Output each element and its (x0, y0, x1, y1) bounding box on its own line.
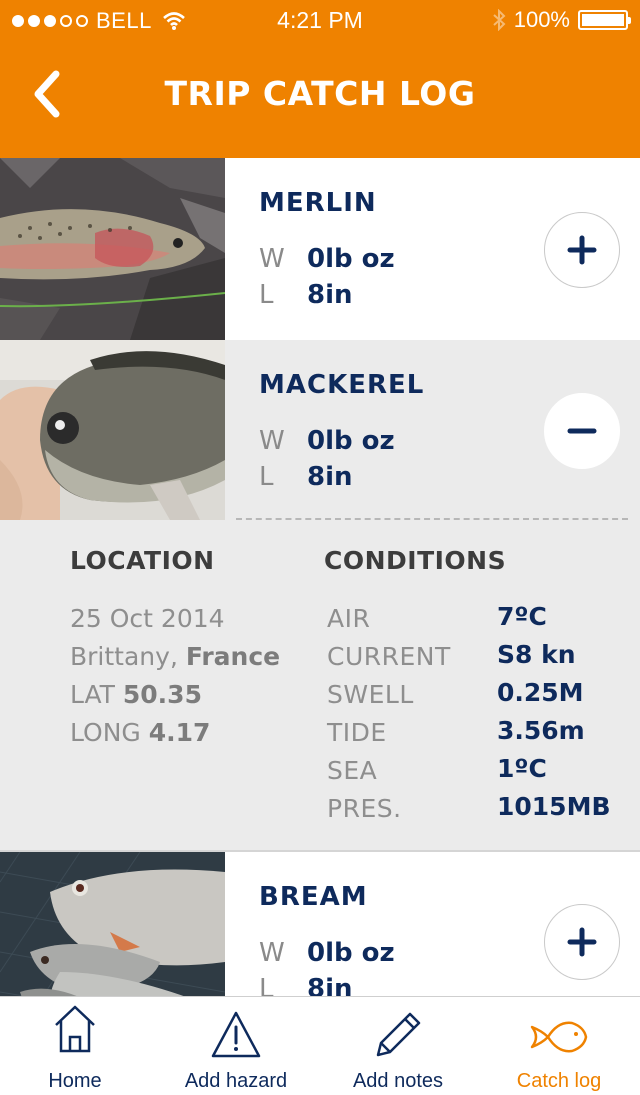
tab-add-notes[interactable]: Add notes (318, 997, 478, 1095)
tab-home[interactable]: Home (0, 997, 155, 1095)
condition-label-air: AIR (327, 604, 371, 633)
latitude: LAT 50.35 (70, 680, 202, 709)
plus-icon (567, 927, 597, 957)
catch-weight: W 0lb oz (259, 938, 395, 968)
condition-label-tide: TIDE (327, 718, 387, 747)
tab-label: Catch log (516, 1070, 602, 1092)
app-header: BELL 4:21 PM 100% TRIP CATCH LOG (0, 0, 640, 158)
catch-name: BREAM (259, 882, 368, 912)
location-heading: LOCATION (70, 546, 215, 575)
page-title: TRIP CATCH LOG (164, 74, 476, 113)
catch-row-mackerel[interactable]: MACKEREL W 0lb oz L 8in (0, 340, 640, 520)
condition-value-tide: 3.56m (497, 716, 585, 745)
catch-details-panel: LOCATION CONDITIONS 25 Oct 2014 Brittany… (0, 520, 640, 850)
weight-value: 0lb oz (307, 426, 395, 456)
length-label: L (259, 462, 274, 492)
condition-label-swell: SWELL (327, 680, 414, 709)
weight-label: W (259, 426, 285, 456)
battery-icon (578, 10, 631, 30)
length-label: L (259, 280, 274, 310)
expand-button[interactable] (544, 212, 620, 288)
plus-icon (567, 235, 597, 265)
weight-value: 0lb oz (307, 244, 395, 274)
catch-name: MERLIN (259, 188, 377, 218)
collapse-button[interactable] (544, 393, 620, 469)
minus-icon (567, 428, 597, 434)
home-icon (55, 1005, 95, 1053)
catch-name: MACKEREL (259, 370, 425, 400)
catch-country: France (185, 642, 281, 671)
condition-value-swell: 0.25M (497, 678, 584, 707)
fish-icon (530, 1021, 588, 1053)
condition-label-pressure: PRES. (327, 794, 402, 823)
catch-row-merlin[interactable]: MERLIN W 0lb oz L 8in (0, 158, 640, 340)
expand-button[interactable] (544, 904, 620, 980)
nav-bar: TRIP CATCH LOG (0, 60, 640, 130)
latitude-value: 50.35 (122, 680, 202, 709)
longitude: LONG 4.17 (70, 718, 210, 747)
length-value: 8in (307, 462, 353, 492)
condition-value-sea: 1ºC (497, 754, 547, 783)
catch-weight: W 0lb oz (259, 426, 395, 456)
tab-add-hazard[interactable]: Add hazard (156, 997, 316, 1095)
battery-percent: 100% (513, 7, 570, 32)
catch-length: L 8in (259, 462, 353, 492)
condition-label-sea: SEA (327, 756, 378, 785)
condition-value-air: 7ºC (497, 602, 547, 631)
tab-label: Home (48, 1070, 102, 1092)
weight-value: 0lb oz (307, 938, 395, 968)
catch-photo (0, 158, 225, 340)
longitude-label: LONG (70, 718, 141, 747)
catch-photo (0, 340, 225, 520)
length-value: 8in (307, 280, 353, 310)
tab-bar: Home Add hazard Add notes Catch log (0, 996, 640, 1095)
tab-label: Add notes (352, 1070, 444, 1092)
status-bar: BELL 4:21 PM 100% (0, 0, 640, 40)
conditions-heading: CONDITIONS (324, 546, 507, 575)
pencil-icon (376, 1012, 421, 1057)
tab-catch-log[interactable]: Catch log (479, 997, 639, 1095)
catch-region: Brittany, (70, 642, 178, 671)
catch-length: L 8in (259, 280, 353, 310)
catch-place: Brittany, France (70, 642, 280, 671)
weight-label: W (259, 244, 285, 274)
latitude-label: LAT (70, 680, 115, 709)
condition-value-pressure: 1015MB (497, 792, 611, 821)
bluetooth-icon (493, 9, 506, 31)
catch-date: 25 Oct 2014 (70, 604, 225, 633)
condition-label-current: CURRENT (327, 642, 451, 671)
tab-label: Add hazard (184, 1070, 288, 1092)
condition-value-current: S8 kn (497, 640, 576, 669)
longitude-value: 4.17 (148, 718, 211, 747)
weight-label: W (259, 938, 285, 968)
hazard-icon (211, 1011, 261, 1058)
catch-weight: W 0lb oz (259, 244, 395, 274)
